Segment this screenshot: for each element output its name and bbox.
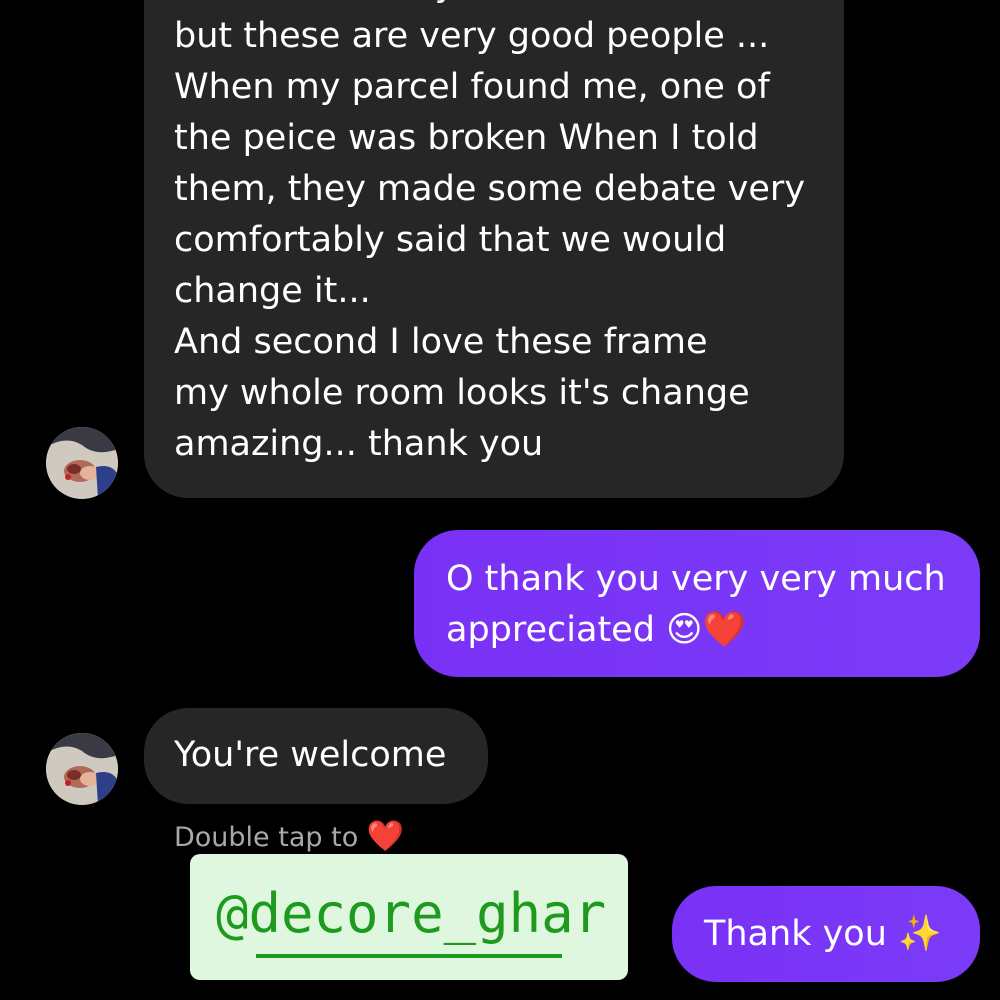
handle-sticker: @decore_ghar <box>190 854 628 980</box>
profile-photo-icon <box>46 733 118 805</box>
message-line: You're welcome <box>174 735 447 775</box>
message-line: my whole room looks it's change <box>174 373 750 413</box>
message-line: Thank you ✨ <box>704 914 942 954</box>
outgoing-message-thank-you[interactable]: Thank you ✨ <box>672 886 980 982</box>
message-line: First of all, sorry for late review <box>174 0 844 11</box>
message-line: the peice was broken When I told <box>174 118 759 158</box>
profile-photo-icon <box>46 427 118 499</box>
outgoing-message-appreciation[interactable]: O thank you very very much appreciated 😍… <box>414 530 980 677</box>
reaction-hint-label: Double tap to <box>174 822 359 853</box>
contact-avatar[interactable] <box>46 733 118 805</box>
sticker-handle-text: @decore_ghar <box>216 882 607 945</box>
chat-screen: { "chat": { "messages": [ { "sender": "c… <box>0 0 1000 1000</box>
contact-avatar[interactable] <box>46 427 118 499</box>
sticker-underline <box>256 954 562 958</box>
message-line: O thank you very very much <box>446 559 946 599</box>
incoming-message-welcome[interactable]: You're welcome <box>144 708 488 804</box>
message-line: And second I love these frame <box>174 322 708 362</box>
message-line: comfortably said that we would <box>174 220 727 260</box>
message-line: appreciated 😍❤️ <box>446 610 747 650</box>
message-line: amazing... thank you <box>174 424 544 464</box>
message-line: When my parcel found me, one of <box>174 67 770 107</box>
double-tap-reaction-hint[interactable]: Double tap to ❤️ <box>174 818 404 857</box>
incoming-message-review[interactable]: First of all, sorry for late review but … <box>144 0 844 498</box>
message-line: change it... <box>174 271 371 311</box>
message-line: them, they made some debate very <box>174 169 806 209</box>
red-heart-icon: ❤️ <box>366 819 405 854</box>
message-line: but these are very good people ... <box>174 16 770 56</box>
